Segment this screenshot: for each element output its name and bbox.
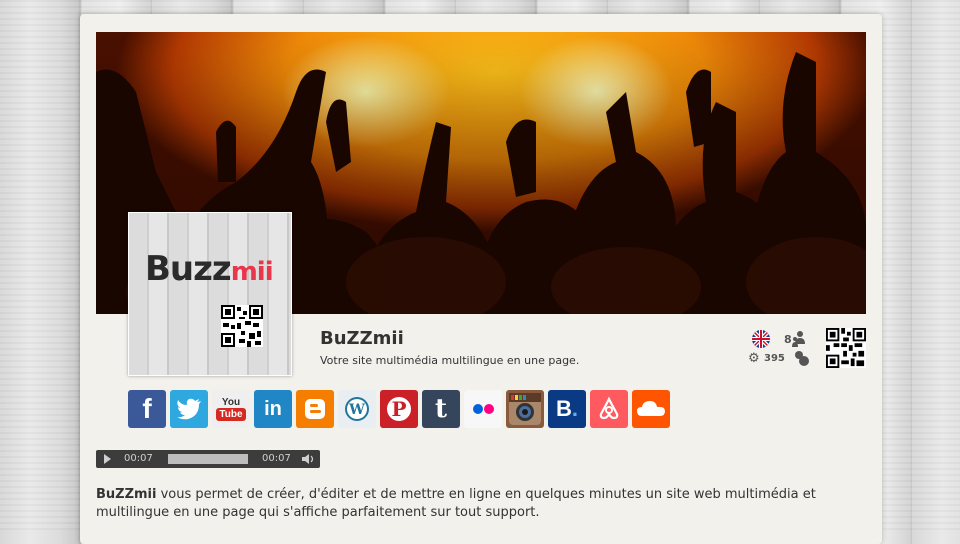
people-icon	[792, 331, 805, 347]
languages-count: 8	[784, 333, 792, 346]
soundcloud-icon[interactable]	[632, 390, 670, 428]
description-text: vous permet de créer, d'éditer et de met…	[96, 487, 816, 520]
site-title: BuZZmii	[320, 328, 404, 349]
twitter-icon[interactable]	[170, 390, 208, 428]
views-count: 395	[764, 353, 785, 364]
play-icon[interactable]	[104, 454, 111, 464]
svg-text:P: P	[391, 397, 406, 421]
gear-icon: ⚙	[748, 351, 760, 366]
youtube-icon[interactable]: You Tube	[212, 390, 250, 428]
linkedin-icon[interactable]: in	[254, 390, 292, 428]
audio-progress	[168, 454, 248, 464]
svg-text:W: W	[348, 402, 365, 418]
audio-seek-bar[interactable]	[168, 454, 248, 464]
audio-current-time: 00:07	[124, 453, 153, 464]
facebook-icon[interactable]: f	[128, 390, 166, 428]
wordpress-icon[interactable]: W	[338, 390, 376, 428]
site-logo[interactable]: Buzzmii	[128, 212, 292, 376]
qr-code-icon	[221, 305, 263, 347]
logo-wordmark: Buzzmii	[145, 249, 274, 289]
logo-text-main: Buzz	[145, 249, 232, 289]
audio-total-time: 00:07	[262, 453, 291, 464]
bubbles-icon	[795, 351, 809, 366]
blogger-icon[interactable]	[296, 390, 334, 428]
instagram-icon[interactable]	[506, 390, 544, 428]
qr-code-icon[interactable]	[826, 328, 866, 368]
airbnb-icon[interactable]	[590, 390, 628, 428]
description-brand: BuZZmii	[96, 487, 157, 502]
uk-flag-icon[interactable]	[752, 330, 770, 348]
pinterest-icon[interactable]: P	[380, 390, 418, 428]
logo-text-accent: mii	[230, 257, 274, 287]
volume-icon[interactable]	[302, 454, 316, 464]
flickr-icon[interactable]	[464, 390, 502, 428]
tumblr-icon[interactable]: t	[422, 390, 460, 428]
booking-icon[interactable]: B.	[548, 390, 586, 428]
site-panel: Buzzmii BuZZmii Votre site multimédia mu…	[80, 14, 882, 544]
site-description: BuZZmii vous permet de créer, d'éditer e…	[96, 486, 836, 522]
audio-player: 00:07 00:07	[96, 450, 320, 468]
site-tagline: Votre site multimédia multilingue en une…	[320, 354, 580, 367]
